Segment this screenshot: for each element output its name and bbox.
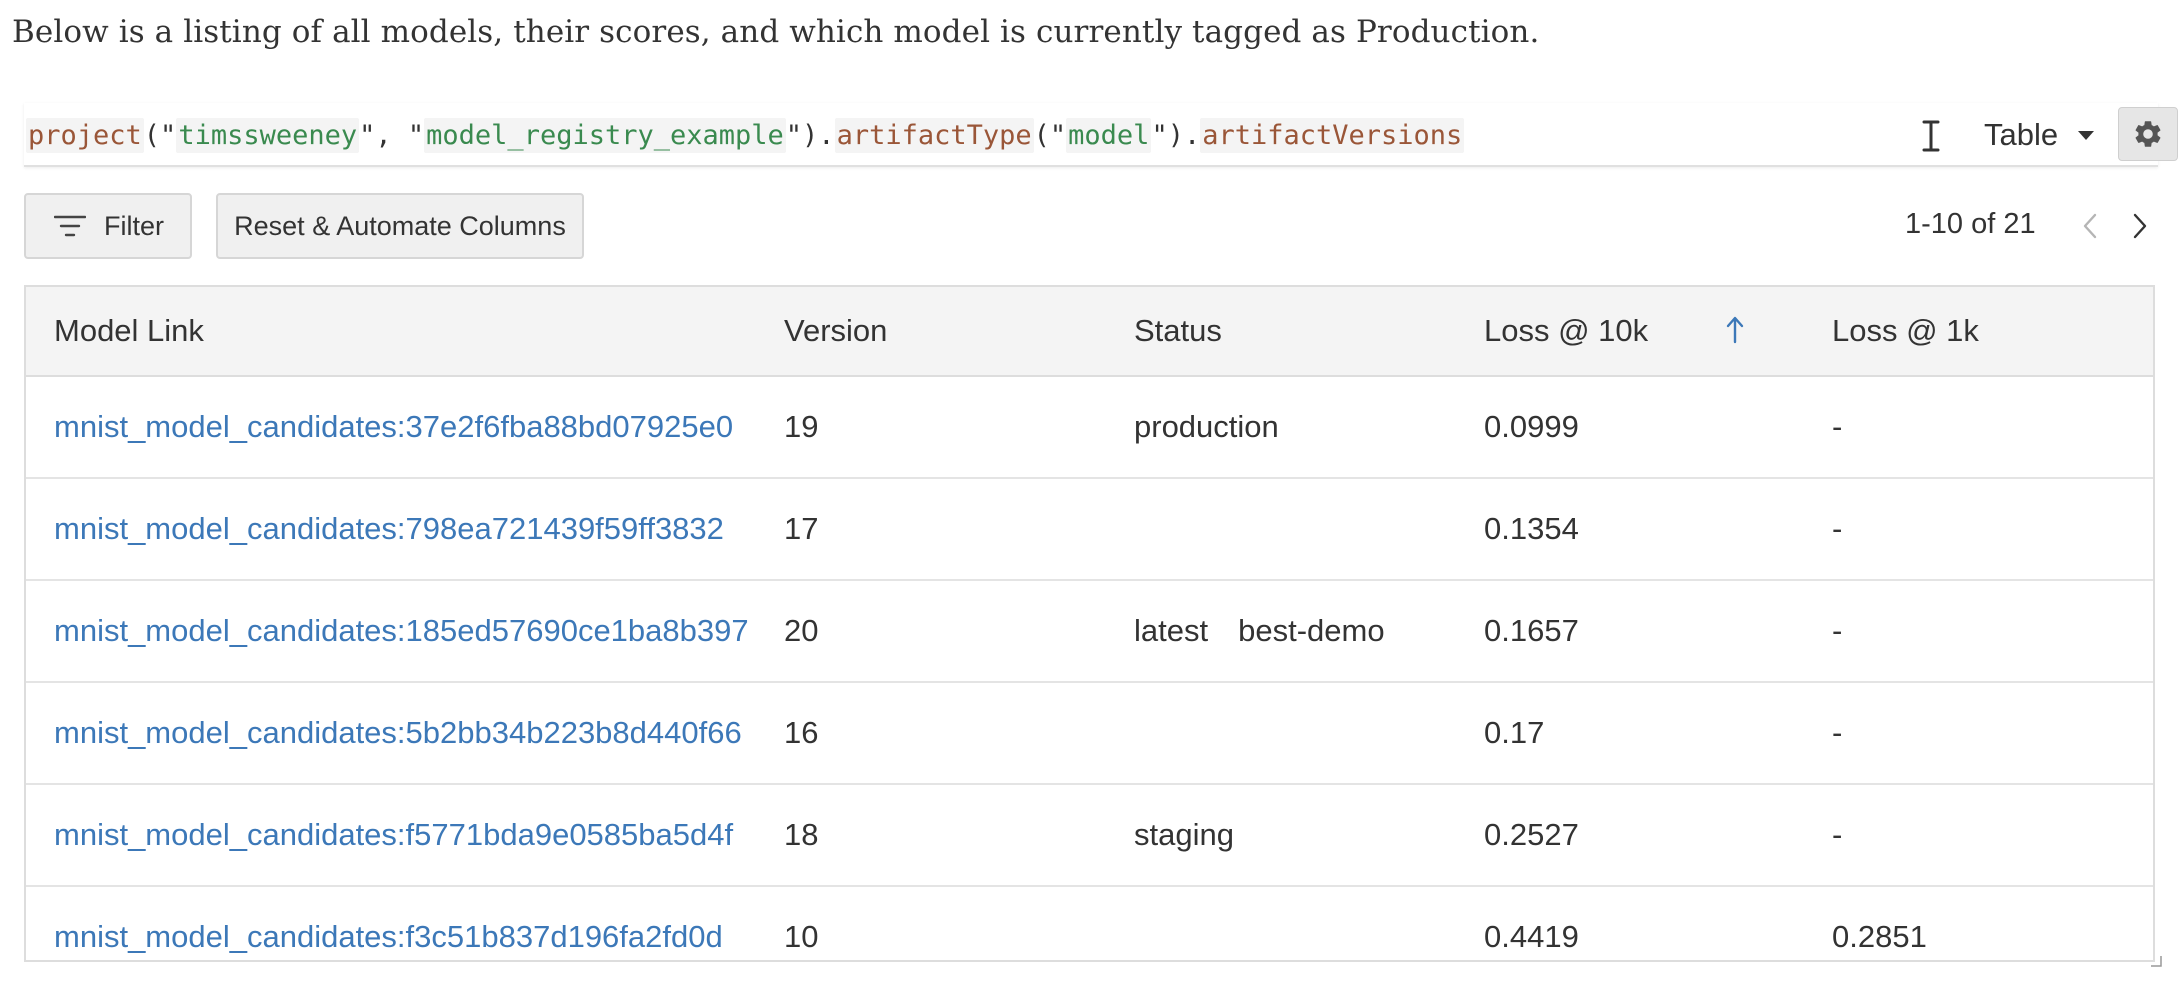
loss-10k-cell: 0.1354 — [1484, 511, 1579, 546]
resize-handle-icon[interactable] — [2150, 955, 2162, 967]
query-token: (" — [1033, 119, 1067, 151]
version-cell: 17 — [784, 511, 819, 546]
column-header-version[interactable]: Version — [784, 287, 887, 375]
query-token: artifactVersions — [1200, 117, 1465, 153]
version-cell: 10 — [784, 919, 819, 954]
previous-page-button[interactable] — [2075, 210, 2105, 242]
loss-10k-cell: 0.17 — [1484, 715, 1545, 750]
view-mode-select[interactable]: Table — [1984, 115, 2095, 155]
next-page-button[interactable] — [2125, 210, 2155, 242]
query-expression-bar[interactable]: project (" timssweeney ", " model_registry_e… — [24, 103, 2178, 167]
loss-1k-cell: - — [1832, 613, 1843, 648]
column-header-status[interactable]: Status — [1134, 287, 1222, 375]
status-cell: production — [1134, 377, 1309, 477]
table-row[interactable]: mnist_model_candidates:37e2f6fba88bd0792… — [26, 377, 2153, 479]
loss-10k-cell: 0.0999 — [1484, 409, 1579, 444]
table-row[interactable]: mnist_model_candidates:798ea721439f59ff3… — [26, 479, 2153, 581]
models-table: Model Link Version Status Loss @ 10k Los… — [24, 285, 2155, 962]
view-mode-label: Table — [1984, 117, 2059, 152]
query-token: model — [1066, 117, 1152, 153]
query-token: project — [26, 117, 144, 153]
table-row[interactable]: mnist_model_candidates:f3c51b837d196fa2f… — [26, 887, 2153, 960]
query-token: "). — [1151, 119, 1201, 151]
loss-1k-cell: - — [1832, 511, 1843, 546]
table-row[interactable]: mnist_model_candidates:f5771bda9e0585ba5… — [26, 785, 2153, 887]
model-link[interactable]: mnist_model_candidates:185ed57690ce1ba8b… — [54, 581, 749, 681]
loss-1k-cell: - — [1832, 715, 1843, 750]
loss-10k-cell: 0.1657 — [1484, 613, 1579, 648]
pagination-status: 1-10 of 21 — [1905, 208, 2036, 240]
settings-button[interactable] — [2118, 107, 2178, 161]
query-token: ", " — [359, 119, 425, 151]
version-cell: 20 — [784, 613, 819, 648]
table-row[interactable]: mnist_model_candidates:5b2bb34b223b8d440… — [26, 683, 2153, 785]
query-token: artifactType — [834, 117, 1034, 153]
reset-automate-columns-button[interactable]: Reset & Automate Columns — [216, 193, 584, 259]
reset-automate-columns-label: Reset & Automate Columns — [234, 210, 566, 241]
model-link[interactable]: mnist_model_candidates:5b2bb34b223b8d440… — [54, 683, 742, 783]
query-token: "). — [785, 119, 835, 151]
model-link[interactable]: mnist_model_candidates:f5771bda9e0585ba5… — [54, 785, 733, 885]
text-cursor-icon — [1922, 120, 1940, 152]
loss-1k-cell: 0.2851 — [1832, 919, 1927, 954]
column-header-loss-1k[interactable]: Loss @ 1k — [1832, 287, 1979, 375]
version-cell: 19 — [784, 409, 819, 444]
status-cell: staging — [1134, 785, 1264, 885]
caret-down-icon — [2078, 130, 2095, 140]
sort-ascending-icon[interactable] — [1726, 315, 1744, 345]
filter-icon — [54, 215, 86, 237]
status-cell: latest best-demo — [1134, 581, 1415, 681]
version-cell: 16 — [784, 715, 819, 750]
status-tag: staging — [1134, 817, 1234, 852]
query-expression[interactable]: project (" timssweeney ", " model_registry_e… — [26, 116, 1465, 154]
model-link[interactable]: mnist_model_candidates:f3c51b837d196fa2f… — [54, 887, 723, 960]
page-description: Below is a listing of all models, their … — [12, 14, 1540, 50]
loss-10k-cell: 0.4419 — [1484, 919, 1579, 954]
model-link[interactable]: mnist_model_candidates:798ea721439f59ff3… — [54, 479, 724, 579]
loss-1k-cell: - — [1832, 817, 1843, 852]
column-header-model-link[interactable]: Model Link — [54, 287, 204, 375]
chevron-left-icon — [2083, 213, 2097, 239]
table-row[interactable]: mnist_model_candidates:185ed57690ce1ba8b… — [26, 581, 2153, 683]
query-token: timssweeney — [176, 117, 360, 153]
query-token: (" — [143, 119, 177, 151]
chevron-right-icon — [2133, 213, 2147, 239]
status-tag: production — [1134, 409, 1279, 444]
column-header-loss-10k[interactable]: Loss @ 10k — [1484, 287, 1648, 375]
gear-icon — [2135, 121, 2161, 147]
filter-button[interactable]: Filter — [24, 193, 192, 259]
loss-10k-cell: 0.2527 — [1484, 817, 1579, 852]
status-tag: latest — [1134, 613, 1209, 648]
model-link[interactable]: mnist_model_candidates:37e2f6fba88bd0792… — [54, 377, 733, 477]
status-tag: best-demo — [1238, 613, 1385, 648]
query-token: model_registry_example — [424, 117, 786, 153]
version-cell: 18 — [784, 817, 819, 852]
table-header: Model Link Version Status Loss @ 10k Los… — [26, 287, 2153, 377]
loss-1k-cell: - — [1832, 409, 1843, 444]
filter-label: Filter — [104, 210, 164, 241]
